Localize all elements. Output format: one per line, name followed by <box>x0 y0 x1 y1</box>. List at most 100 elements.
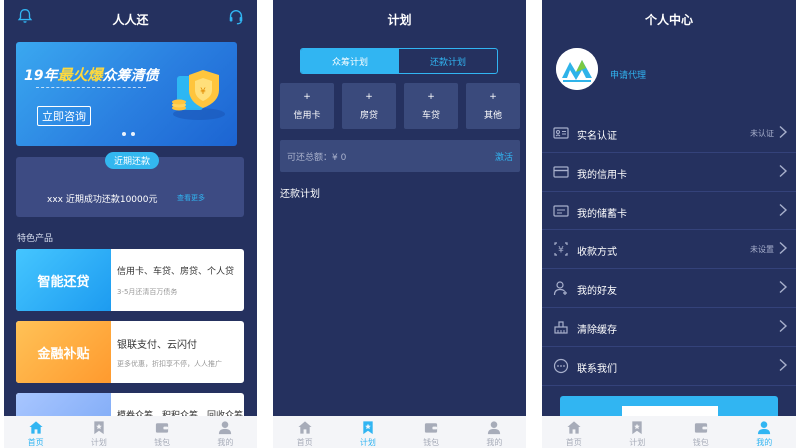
activate-link[interactable]: 激活 <box>495 150 513 163</box>
credit-card-icon <box>553 166 569 178</box>
tab-home[interactable]: 首页 <box>273 416 336 448</box>
banner-title-prefix: 19年 <box>24 68 58 84</box>
plan-type-car-loan[interactable]: + 车贷 <box>404 83 458 129</box>
tab-label: 钱包 <box>154 438 171 447</box>
tab-label: 钱包 <box>423 438 440 447</box>
chevron-right-icon <box>779 242 788 255</box>
svg-text:¥: ¥ <box>200 87 206 97</box>
menu-contact-us[interactable]: 联系我们 <box>542 347 796 386</box>
pager-dot[interactable] <box>122 132 126 136</box>
bottom-tab-bar: 首页 计划 钱包 我的 <box>273 416 526 448</box>
bell-icon[interactable] <box>16 7 34 25</box>
tab-mine[interactable]: 我的 <box>194 416 257 448</box>
menu-label: 联系我们 <box>577 363 617 375</box>
product-name: 金融补贴 <box>16 321 111 383</box>
menu-label: 我的信用卡 <box>577 169 627 181</box>
plan-type-credit-card[interactable]: + 信用卡 <box>280 83 334 129</box>
recent-repay-tag: 近期还款 <box>105 152 159 169</box>
pager-dot[interactable] <box>131 132 135 136</box>
headset-icon[interactable] <box>227 8 245 26</box>
plan-type-mortgage[interactable]: + 房贷 <box>342 83 396 129</box>
wallet-icon <box>694 423 707 433</box>
menu-my-friends[interactable]: 我的好友 <box>542 269 796 308</box>
profile-menu: 实名认证 未认证 我的信用卡 我的储蓄卡 ¥ 收款方式 未设置 我的好友 清除缓… <box>542 114 796 386</box>
tab-home[interactable]: 首页 <box>542 416 606 448</box>
chevron-right-icon <box>779 281 788 294</box>
banner-pager[interactable] <box>122 132 135 136</box>
bottom-tab-bar: 首页 计划 钱包 我的 <box>4 416 257 448</box>
product-card[interactable]: 金融补贴 银联支付、云闪付 更多优惠，折扣享不停，人人推广 <box>16 321 244 383</box>
tab-wallet[interactable]: 钱包 <box>400 416 463 448</box>
wallet-icon <box>425 423 438 433</box>
profile-header: 个人中心 <box>542 0 796 38</box>
tab-label: 计划 <box>629 438 646 447</box>
plus-icon: + <box>365 91 373 102</box>
menu-label: 收款方式 <box>577 247 617 259</box>
screenshot-canvas: { "phone1": { "title": "人人还", "banner": … <box>0 0 800 448</box>
tab-label: 我的 <box>486 438 503 447</box>
brand-logo-icon <box>556 48 598 90</box>
segment-repay-plan[interactable]: 还款计划 <box>399 49 497 73</box>
tab-label: 钱包 <box>692 438 709 447</box>
tab-mine[interactable]: 我的 <box>733 416 797 448</box>
wallet-icon <box>156 423 169 433</box>
product-card[interactable]: 智能还贷 信用卡、车贷、房贷、个人贷 3-5月还清百万债务 <box>16 249 244 311</box>
profile-summary: 申请代理 <box>542 38 796 104</box>
product-desc: 信用卡、车贷、房贷、个人贷 <box>117 267 235 277</box>
avatar[interactable] <box>556 48 598 90</box>
banner-title-hot: 最火爆 <box>57 66 103 84</box>
bookmark-icon <box>632 421 642 435</box>
chevron-right-icon <box>779 164 788 177</box>
user-icon <box>219 421 232 435</box>
tab-plan[interactable]: 计划 <box>606 416 670 448</box>
home-icon <box>567 421 581 434</box>
tab-plan[interactable]: 计划 <box>67 416 130 448</box>
plus-icon: + <box>427 91 435 102</box>
plan-header: 计划 <box>273 0 526 38</box>
menu-my-credit-card[interactable]: 我的信用卡 <box>542 153 796 192</box>
plan-type-label: 车贷 <box>421 110 440 121</box>
tab-plan[interactable]: 计划 <box>336 416 399 448</box>
tab-mine[interactable]: 我的 <box>463 416 526 448</box>
page-title: 人人还 <box>112 12 149 27</box>
promo-banner[interactable]: 19年最火爆众筹清债 立即咨询 ¥ <box>16 42 237 146</box>
menu-real-name-verify[interactable]: 实名认证 未认证 <box>542 114 796 153</box>
segment-crowdfund-plan[interactable]: 众筹计划 <box>301 49 399 73</box>
menu-payment-method[interactable]: ¥ 收款方式 未设置 <box>542 230 796 270</box>
clear-cache-icon <box>554 321 568 334</box>
tab-wallet[interactable]: 钱包 <box>669 416 733 448</box>
repayable-balance-row: 可还总额：¥ 0 激活 <box>280 140 520 172</box>
banner-subtitle-line <box>36 87 146 89</box>
page-title: 计划 <box>387 12 412 27</box>
view-more-link[interactable]: 查看更多 <box>177 193 205 203</box>
recent-repay-text: xxx 近期成功还款10000元 <box>47 195 158 205</box>
menu-clear-cache[interactable]: 清除缓存 <box>542 308 796 347</box>
menu-label: 我的好友 <box>577 286 617 298</box>
home-header: 人人还 <box>4 0 257 38</box>
product-name: 智能还贷 <box>16 249 111 311</box>
plus-icon: + <box>303 91 311 102</box>
apply-agent-link[interactable]: 申请代理 <box>610 68 646 81</box>
tab-label: 计划 <box>359 438 376 447</box>
menu-my-debit-card[interactable]: 我的储蓄卡 <box>542 192 796 231</box>
id-card-icon <box>553 127 569 139</box>
repay-plan-label: 还款计划 <box>280 189 320 200</box>
tab-label: 首页 <box>565 438 582 447</box>
consult-button[interactable]: 立即咨询 <box>37 106 91 126</box>
menu-status: 未认证 <box>750 129 774 138</box>
tab-label: 首页 <box>296 438 313 447</box>
user-icon <box>758 421 771 435</box>
plan-type-label: 其他 <box>483 110 502 121</box>
plan-type-label: 信用卡 <box>293 110 321 121</box>
banner-title: 19年最火爆众筹清债 <box>24 64 159 85</box>
chevron-right-icon <box>779 125 788 139</box>
home-icon <box>298 421 312 434</box>
plan-type-other[interactable]: + 其他 <box>466 83 520 129</box>
tab-wallet[interactable]: 钱包 <box>131 416 194 448</box>
page-title: 个人中心 <box>644 12 693 27</box>
product-subdesc: 更多优惠，折扣享不停，人人推广 <box>117 360 222 368</box>
featured-products-label: 特色产品 <box>17 234 54 244</box>
chevron-right-icon <box>779 203 788 216</box>
plan-segment-control: 众筹计划 还款计划 <box>300 48 498 74</box>
tab-home[interactable]: 首页 <box>4 416 67 448</box>
